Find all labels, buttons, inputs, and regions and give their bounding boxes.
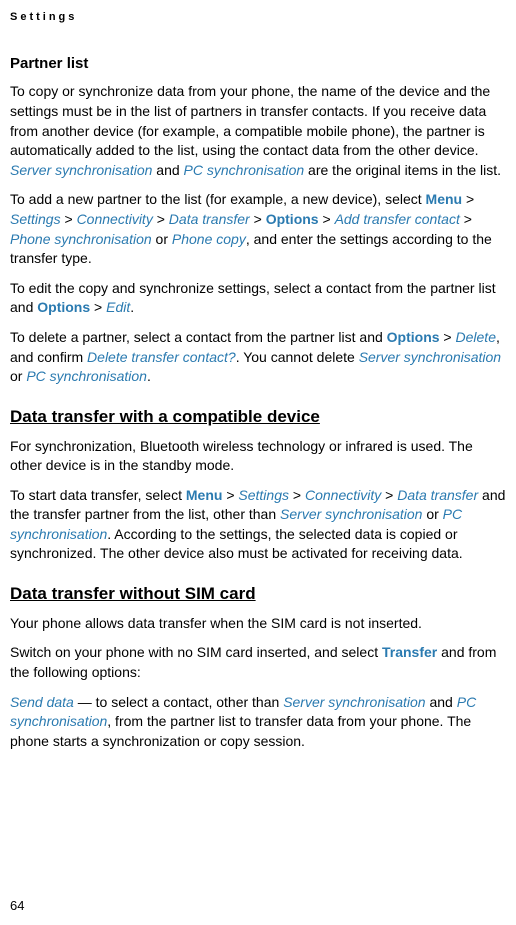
text: >: [381, 487, 397, 503]
text: Switch on your phone with no SIM card in…: [10, 644, 382, 660]
options-term: Options: [387, 329, 440, 345]
paragraph: To delete a partner, select a contact fr…: [10, 328, 506, 387]
pc-sync-term: PC synchronisation: [184, 162, 305, 178]
settings-term: Settings: [10, 211, 61, 227]
text: To start data transfer, select: [10, 487, 186, 503]
text: or: [10, 368, 26, 384]
text: >: [90, 299, 106, 315]
text: >: [319, 211, 335, 227]
text: or: [152, 231, 172, 247]
phonesync-term: Phone synchronisation: [10, 231, 152, 247]
paragraph: Your phone allows data transfer when the…: [10, 614, 506, 634]
text: .: [147, 368, 151, 384]
senddata-term: Send data: [10, 694, 74, 710]
paragraph: To add a new partner to the list (for ex…: [10, 190, 506, 268]
text: .: [130, 299, 134, 315]
data-transfer-compat-title: Data transfer with a compatible device: [10, 405, 506, 429]
text: or: [422, 506, 442, 522]
text: >: [462, 191, 474, 207]
text: >: [460, 211, 472, 227]
paragraph: To start data transfer, select Menu > Se…: [10, 486, 506, 564]
server-sync-term: Server synchronisation: [283, 694, 425, 710]
paragraph: To copy or synchronize data from your ph…: [10, 82, 506, 180]
page-number: 64: [10, 897, 24, 915]
options-term: Options: [266, 211, 319, 227]
menu-term: Menu: [426, 191, 463, 207]
text: To delete a partner, select a contact fr…: [10, 329, 387, 345]
server-sync-term: Server synchronisation: [359, 349, 501, 365]
connectivity-term: Connectivity: [77, 211, 153, 227]
page-header: Settings: [10, 10, 506, 25]
addtransfer-term: Add transfer contact: [335, 211, 460, 227]
options-term: Options: [37, 299, 90, 315]
text: >: [289, 487, 305, 503]
text: . You cannot delete: [236, 349, 359, 365]
server-sync-term: Server synchronisation: [10, 162, 152, 178]
connectivity-term: Connectivity: [305, 487, 381, 503]
paragraph: For synchronization, Bluetooth wireless …: [10, 437, 506, 476]
text: To add a new partner to the list (for ex…: [10, 191, 426, 207]
paragraph: Switch on your phone with no SIM card in…: [10, 643, 506, 682]
paragraph: Send data — to select a contact, other t…: [10, 693, 506, 752]
datatransfer-term: Data transfer: [169, 211, 250, 227]
text: — to select a contact, other than: [74, 694, 283, 710]
data-transfer-nosim-title: Data transfer without SIM card: [10, 582, 506, 606]
deleteq-term: Delete transfer contact?: [87, 349, 236, 365]
delete-term: Delete: [456, 329, 496, 345]
pc-sync-term: PC synchronisation: [26, 368, 147, 384]
text: >: [153, 211, 169, 227]
text: are the original items in the list.: [304, 162, 501, 178]
text: >: [440, 329, 456, 345]
transfer-term: Transfer: [382, 644, 437, 660]
datatransfer-term: Data transfer: [397, 487, 478, 503]
text: >: [222, 487, 238, 503]
partner-list-title: Partner list: [10, 53, 506, 74]
edit-term: Edit: [106, 299, 130, 315]
text: and: [426, 694, 457, 710]
text: and: [152, 162, 183, 178]
text: >: [250, 211, 266, 227]
paragraph: To edit the copy and synchronize setting…: [10, 279, 506, 318]
phonecopy-term: Phone copy: [172, 231, 246, 247]
settings-term: Settings: [238, 487, 289, 503]
text: To copy or synchronize data from your ph…: [10, 83, 490, 158]
text: >: [61, 211, 77, 227]
menu-term: Menu: [186, 487, 223, 503]
server-sync-term: Server synchronisation: [280, 506, 422, 522]
